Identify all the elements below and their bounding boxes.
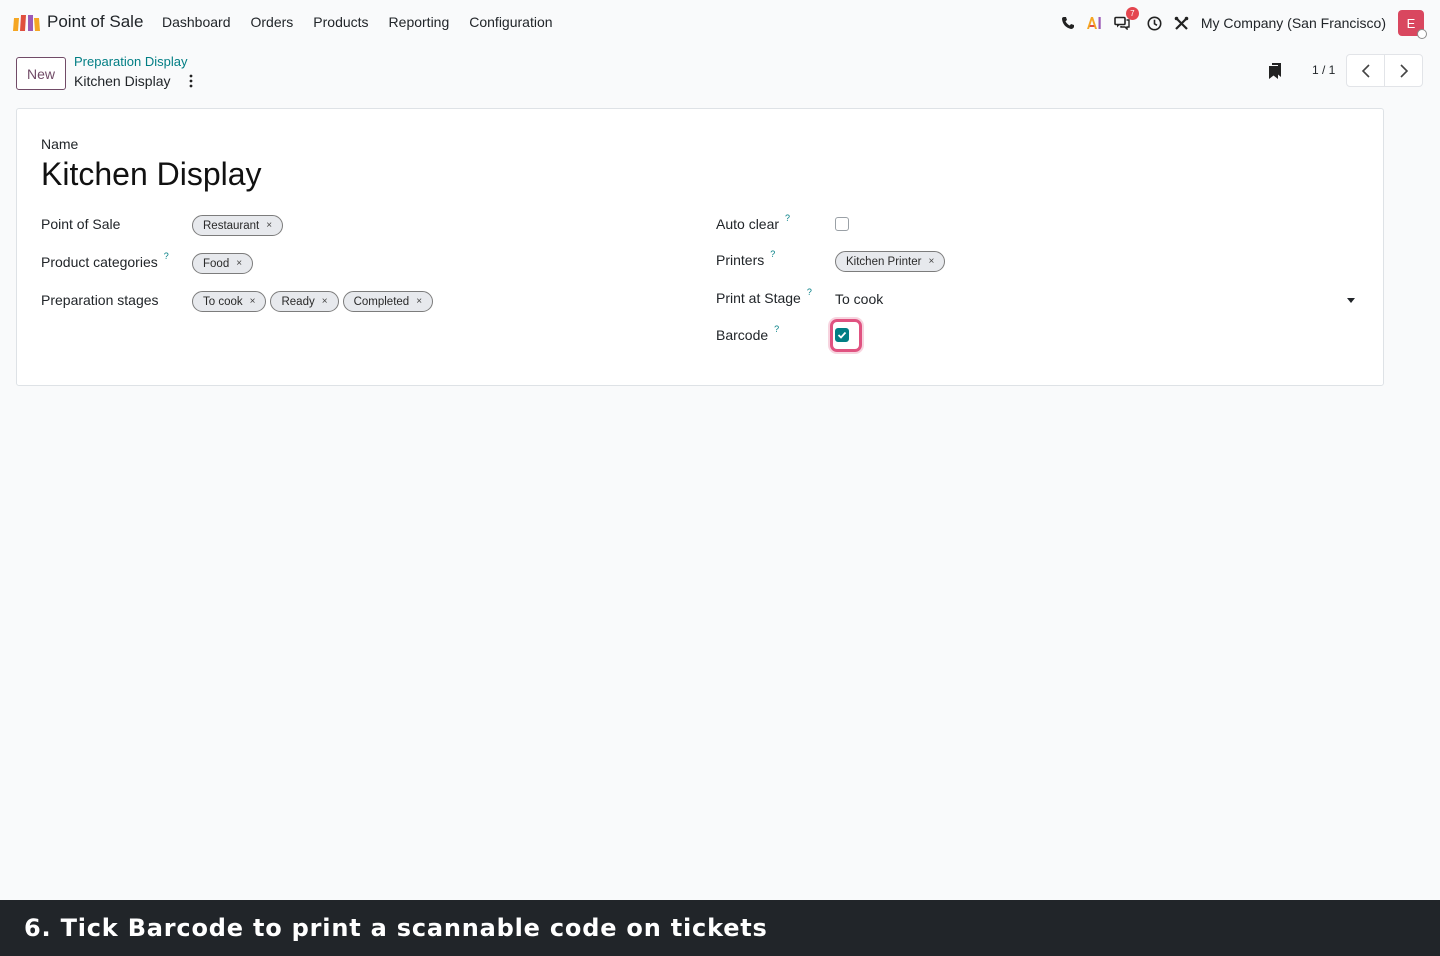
- printers-tags[interactable]: Kitchen Printer ×: [835, 251, 946, 272]
- form-sheet: Name Kitchen Display Point of Sale Resta…: [16, 108, 1384, 386]
- debug-tools-icon[interactable]: [1173, 14, 1191, 32]
- name-input[interactable]: Kitchen Display: [41, 156, 262, 193]
- bookmarks-icon[interactable]: [1267, 62, 1283, 80]
- tag-label: To cook: [203, 295, 243, 308]
- tag-label: Completed: [353, 295, 410, 308]
- messages-icon[interactable]: 7: [1113, 7, 1139, 32]
- main-menu: Dashboard Orders Products Reporting Conf…: [162, 14, 573, 30]
- pager-next-button[interactable]: [1384, 54, 1423, 87]
- point-of-sale-tags[interactable]: Restaurant ×: [192, 215, 284, 236]
- menu-products[interactable]: Products: [313, 14, 368, 30]
- ai-icon[interactable]: [1086, 14, 1104, 32]
- menu-reporting[interactable]: Reporting: [389, 14, 450, 30]
- tag-remove-icon[interactable]: ×: [416, 296, 422, 307]
- product-categories-label-text: Product categories: [41, 254, 158, 270]
- tag-label: Restaurant: [203, 219, 260, 232]
- tag-remove-icon[interactable]: ×: [322, 296, 328, 307]
- menu-dashboard[interactable]: Dashboard: [162, 14, 231, 30]
- phone-icon[interactable]: [1059, 14, 1077, 32]
- breadcrumb-parent[interactable]: Preparation Display: [74, 54, 187, 69]
- printers-label: Printers?: [716, 249, 775, 268]
- app-name[interactable]: Point of Sale: [47, 12, 143, 32]
- tag-label: Ready: [281, 295, 315, 308]
- tag-remove-icon[interactable]: ×: [266, 220, 272, 231]
- help-tooltip-icon[interactable]: ?: [785, 213, 790, 223]
- tag-restaurant[interactable]: Restaurant ×: [192, 215, 284, 236]
- tag-completed[interactable]: Completed ×: [342, 291, 434, 312]
- activity-clock-icon[interactable]: [1146, 14, 1164, 32]
- help-tooltip-icon[interactable]: ?: [164, 251, 169, 261]
- barcode-label-text: Barcode: [716, 327, 769, 343]
- menu-orders[interactable]: Orders: [251, 14, 294, 30]
- tag-label: Kitchen Printer: [846, 255, 922, 268]
- print-at-stage-label-text: Print at Stage: [716, 290, 801, 306]
- help-tooltip-icon[interactable]: ?: [774, 324, 779, 334]
- point-of-sale-label: Point of Sale: [41, 216, 120, 232]
- product-categories-tags[interactable]: Food ×: [192, 253, 254, 274]
- caret-down-icon[interactable]: [1347, 298, 1355, 303]
- tutorial-caption: 6. Tick Barcode to print a scannable cod…: [0, 900, 1440, 956]
- presence-status-icon: [1417, 29, 1427, 39]
- actions-menu-icon[interactable]: [186, 74, 196, 88]
- messages-badge: 7: [1125, 7, 1139, 20]
- breadcrumb-current: Kitchen Display: [74, 73, 171, 89]
- help-tooltip-icon[interactable]: ?: [770, 249, 775, 259]
- name-label: Name: [41, 136, 79, 152]
- preparation-stages-label-text: Preparation stages: [41, 292, 159, 308]
- company-switcher[interactable]: My Company (San Francisco): [1201, 15, 1386, 31]
- printers-label-text: Printers: [716, 252, 765, 268]
- systray: 7 My Company (San Francisco) E: [1059, 7, 1427, 39]
- pos-app-logo-icon[interactable]: [12, 12, 40, 32]
- barcode-checkbox[interactable]: [835, 328, 849, 342]
- pager-value[interactable]: 1 / 1: [1312, 63, 1335, 77]
- tag-remove-icon[interactable]: ×: [236, 258, 242, 269]
- auto-clear-label-text: Auto clear: [716, 216, 780, 232]
- point-of-sale-label-text: Point of Sale: [41, 216, 121, 232]
- chevron-left-icon: [1361, 63, 1370, 78]
- tag-ready[interactable]: Ready ×: [270, 291, 339, 312]
- tag-to-cook[interactable]: To cook ×: [192, 291, 267, 312]
- tag-remove-icon[interactable]: ×: [928, 256, 934, 267]
- help-tooltip-icon[interactable]: ?: [807, 287, 812, 297]
- pager-previous-button[interactable]: [1346, 54, 1385, 87]
- tag-label: Food: [203, 257, 230, 270]
- preparation-stages-label: Preparation stages: [41, 292, 159, 308]
- tag-remove-icon[interactable]: ×: [250, 296, 256, 307]
- tag-food[interactable]: Food ×: [192, 253, 254, 274]
- print-at-stage-select[interactable]: To cook: [835, 291, 883, 307]
- checkmark-icon: [837, 331, 847, 339]
- tag-kitchen-printer[interactable]: Kitchen Printer ×: [835, 251, 946, 272]
- print-at-stage-label: Print at Stage?: [716, 287, 812, 306]
- menu-configuration[interactable]: Configuration: [469, 14, 552, 30]
- product-categories-label: Product categories?: [41, 251, 169, 270]
- top-navbar: Point of Sale Dashboard Orders Products …: [0, 0, 1440, 46]
- new-button[interactable]: New: [16, 57, 66, 90]
- avatar-initial: E: [1406, 15, 1416, 31]
- user-avatar[interactable]: E: [1398, 10, 1427, 39]
- auto-clear-label: Auto clear?: [716, 213, 790, 232]
- barcode-label: Barcode?: [716, 324, 779, 343]
- preparation-stages-tags[interactable]: To cook × Ready × Completed ×: [192, 291, 434, 312]
- auto-clear-checkbox[interactable]: [835, 217, 849, 231]
- chevron-right-icon: [1399, 63, 1408, 78]
